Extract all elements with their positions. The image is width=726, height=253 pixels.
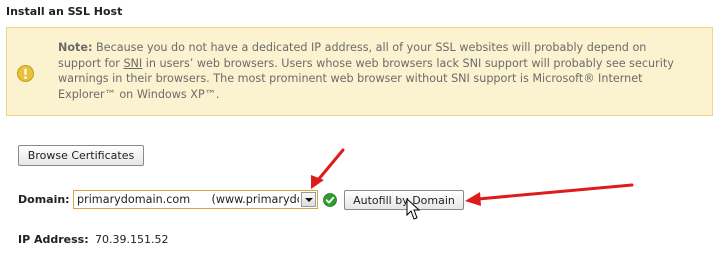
warning-icon — [17, 65, 34, 82]
ip-address-value: 70.39.151.52 — [95, 233, 169, 246]
red-arrow-icon — [465, 183, 634, 206]
check-circle-icon — [323, 193, 337, 207]
chevron-down-icon[interactable] — [301, 192, 316, 207]
section-title: Install an SSL Host — [6, 5, 123, 18]
ssl-host-panel: Install an SSL Host Note: Because you do… — [0, 0, 726, 253]
ip-address-label: IP Address: — [18, 233, 89, 246]
domain-select-value: primarydomain.com (www.primarydomain.com… — [77, 193, 299, 206]
domain-select[interactable]: primarydomain.com (www.primarydomain.com… — [73, 190, 318, 209]
note-text: Note: Because you do not have a dedicate… — [58, 40, 688, 102]
note-label: Note: — [58, 41, 93, 54]
sni-abbreviation: SNI — [123, 56, 143, 70]
domain-label: Domain: — [18, 193, 70, 206]
browse-certificates-button[interactable]: Browse Certificates — [18, 145, 144, 166]
note-box: Note: Because you do not have a dedicate… — [6, 27, 713, 116]
red-arrow-icon — [311, 148, 345, 189]
note-text-after: in users’ web browsers. Users whose web … — [58, 56, 674, 101]
autofill-by-domain-button[interactable]: Autofill by Domain — [344, 190, 464, 210]
